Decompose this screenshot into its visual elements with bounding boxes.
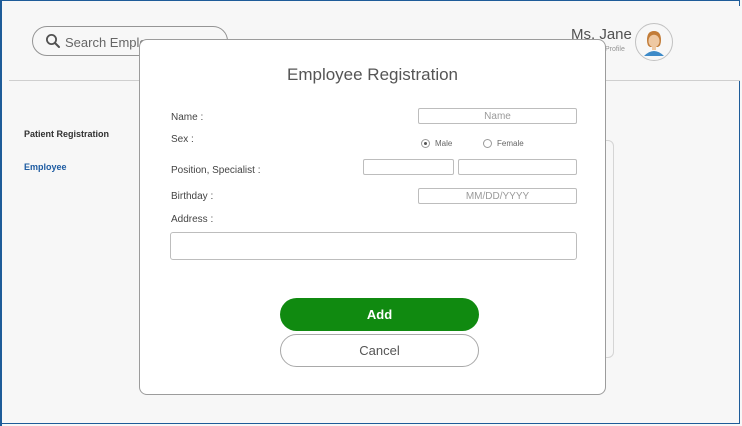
birthday-label: Birthday : <box>171 191 214 202</box>
position-input[interactable] <box>363 159 454 175</box>
sex-label: Sex : <box>171 134 194 145</box>
employee-registration-dialog: Employee Registration Name : Sex : Male … <box>139 39 606 395</box>
radio-selected-icon <box>421 139 430 148</box>
sex-radio-female[interactable]: Female <box>483 139 524 148</box>
dialog-title: Employee Registration <box>286 65 459 84</box>
address-label: Address : <box>171 214 214 225</box>
sex-option-female-label: Female <box>497 139 524 148</box>
birthday-input[interactable] <box>418 188 577 204</box>
add-button[interactable]: Add <box>280 298 479 331</box>
specialist-input[interactable] <box>458 159 577 175</box>
name-input[interactable] <box>418 108 577 124</box>
name-label: Name : <box>171 112 204 123</box>
radio-unselected-icon <box>483 139 492 148</box>
sex-radio-male[interactable]: Male <box>421 139 452 148</box>
position-label: Position, Specialist : <box>171 165 261 176</box>
address-input[interactable] <box>170 232 577 260</box>
sex-option-male-label: Male <box>435 139 453 148</box>
cancel-button[interactable]: Cancel <box>280 334 479 367</box>
